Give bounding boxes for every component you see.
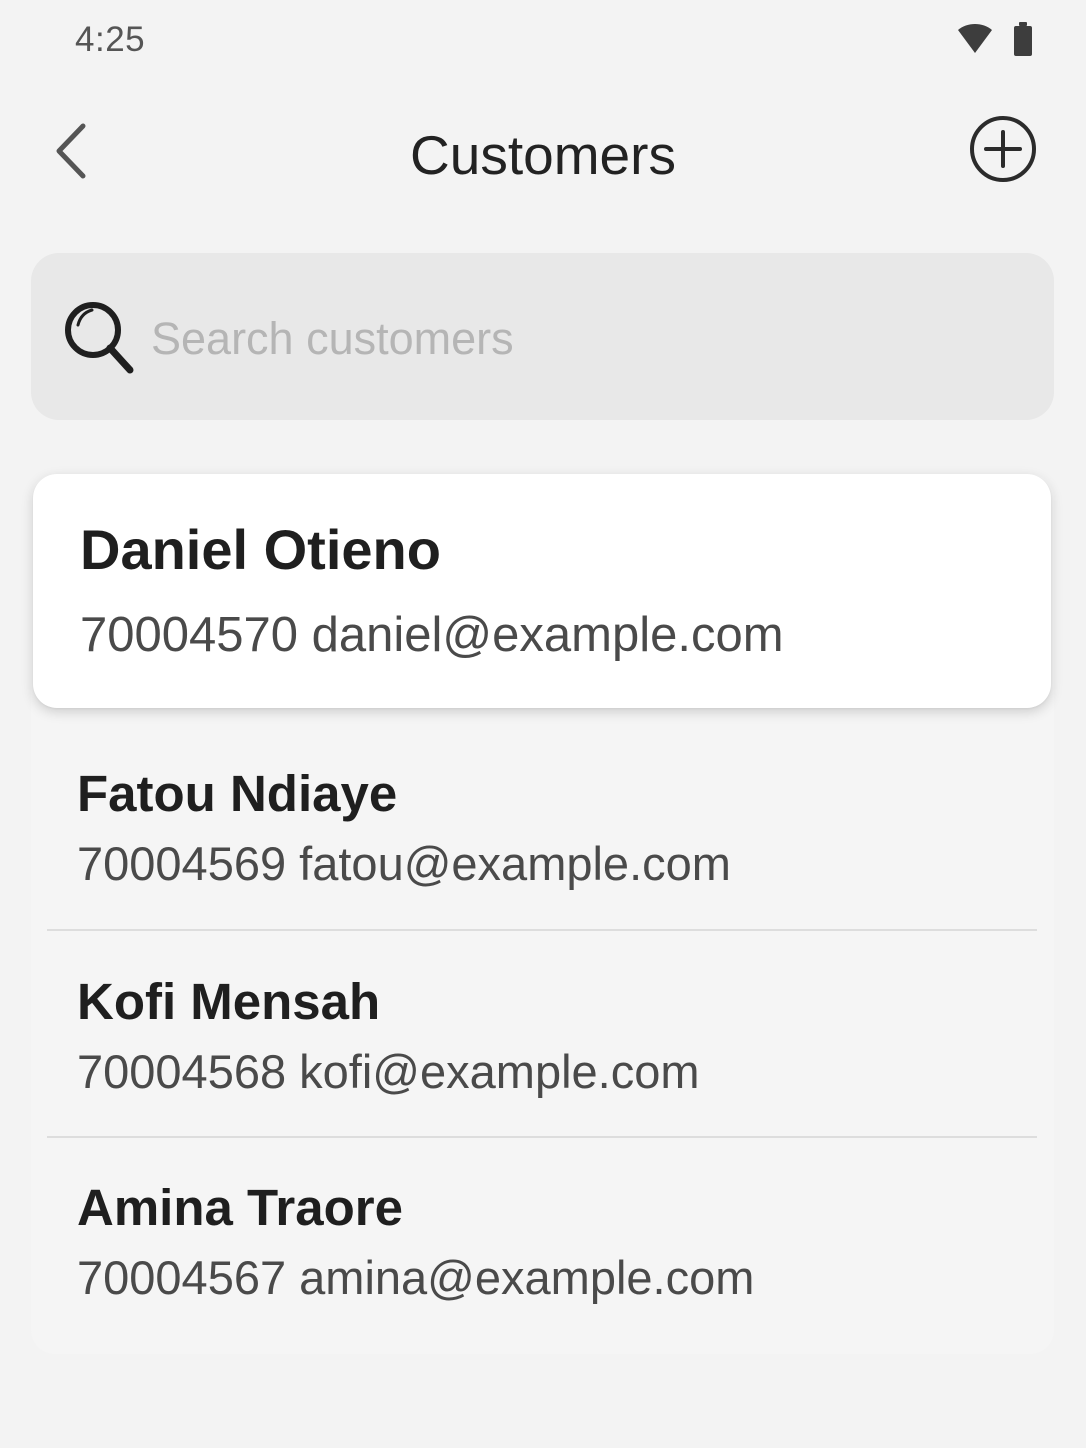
status-bar: 4:25: [0, 0, 1086, 82]
status-time: 4:25: [75, 20, 146, 59]
customer-id-email: 70004568 kofi@example.com: [77, 1045, 700, 1098]
battery-icon: [1012, 21, 1034, 57]
search-input[interactable]: [151, 309, 951, 369]
search-icon: [60, 297, 136, 377]
plus-circle-icon: [968, 114, 1038, 189]
customer-id-email: 70004570 daniel@example.com: [80, 608, 784, 662]
customer-name: Fatou Ndiaye: [77, 765, 398, 822]
wifi-icon: [956, 22, 994, 56]
customer-name: Kofi Mensah: [77, 973, 381, 1030]
customer-id-email: 70004569 fatou@example.com: [77, 837, 731, 890]
customer-row[interactable]: Kofi Mensah 70004568 kofi@example.com: [47, 972, 1037, 1137]
page-title: Customers: [410, 124, 676, 186]
customer-name: Daniel Otieno: [80, 518, 441, 581]
status-icons: [956, 21, 1034, 57]
customer-name: Amina Traore: [77, 1179, 403, 1236]
customer-card-selected[interactable]: Daniel Otieno 70004570 daniel@example.co…: [33, 474, 1051, 708]
list-divider: [47, 1136, 1037, 1138]
list-divider: [47, 929, 1037, 931]
customer-row[interactable]: Amina Traore 70004567 amina@example.com: [47, 1178, 1037, 1343]
add-customer-button[interactable]: [968, 114, 1038, 189]
customer-row[interactable]: Fatou Ndiaye 70004569 fatou@example.com: [47, 764, 1037, 929]
customers-screen: 4:25 Customers Search customers Daniel O…: [0, 0, 1086, 1448]
top-app-bar: Customers: [0, 95, 1086, 215]
customer-id-email: 70004567 amina@example.com: [77, 1251, 755, 1304]
